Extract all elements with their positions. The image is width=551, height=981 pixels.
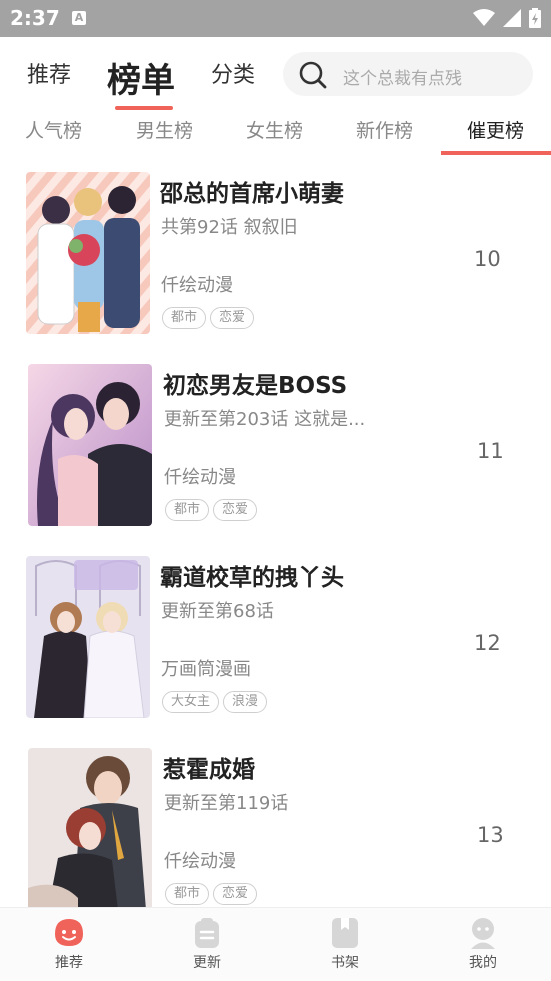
comic-title[interactable]: 惹霍成婚 [163,750,255,784]
comic-tags: 都市 恋爱 [162,307,255,329]
tag: 恋爱 [210,307,255,329]
signal-icon [503,9,521,27]
bottom-nav-mine[interactable]: 我的 [414,908,551,981]
battery-charging-icon [529,8,541,28]
tag: 都市 [165,499,210,521]
rank-tab-male[interactable]: 男生榜 [136,116,193,143]
status-time: 2:37 [10,6,60,30]
rank-tab-popular[interactable]: 人气榜 [25,116,82,143]
comic-tags: 都市 恋爱 [165,883,258,905]
bottom-nav-recommend[interactable]: 推荐 [0,908,138,981]
bottom-nav-update[interactable]: 更新 [138,908,276,981]
comic-tags: 大女主 浪漫 [162,691,268,713]
bottom-nav-label: 书架 [331,955,359,971]
comic-title[interactable]: 初恋男友是BOSS [163,366,347,400]
status-bar: 2:37 A [0,0,551,37]
bottom-nav-label: 推荐 [55,955,83,971]
tag: 浪漫 [223,691,268,713]
search-input[interactable]: 这个总裁有点残 [283,52,533,96]
tag: 都市 [162,307,207,329]
tag: 大女主 [162,691,220,713]
bookmark-book-icon [332,918,358,948]
tag: 都市 [165,883,210,905]
list-item[interactable]: 初恋男友是BOSS 更新至第203话 这就是... 仟绘动漫 都市 恋爱 11 [0,364,551,556]
list-item[interactable]: 惹霍成婚 更新至第119话 仟绘动漫 都市 恋爱 13 [0,748,551,907]
rank-tab-active-indicator [441,151,551,155]
rank-tabs: 人气榜 男生榜 女生榜 新作榜 催更榜 [0,109,551,157]
smile-bubble-icon [55,919,83,946]
comic-title[interactable]: 霸道校草的拽丫头 [160,558,344,592]
comic-chapter: 更新至第203话 这就是... [164,409,366,430]
bottom-nav-bookshelf[interactable]: 书架 [276,908,414,981]
comic-chapter: 更新至第119话 [164,793,289,814]
comic-cover[interactable] [26,172,150,334]
comic-cover[interactable] [28,364,152,526]
comic-author: 仟绘动漫 [164,851,236,872]
rank-number: 10 [474,247,501,271]
list-item[interactable]: 霸道校草的拽丫头 更新至第68话 万画筒漫画 大女主 浪漫 12 [0,556,551,748]
top-tab-recommend[interactable]: 推荐 [27,57,71,89]
comic-author: 仟绘动漫 [164,467,236,488]
comic-title[interactable]: 邵总的首席小萌妻 [160,174,344,208]
rank-number: 12 [474,631,501,655]
top-tab-category[interactable]: 分类 [211,57,255,89]
rank-number: 13 [477,823,504,847]
clipboard-icon [195,918,219,948]
comic-list: 邵总的首席小萌妻 共第92话 叙叙旧 仟绘动漫 都市 恋爱 10 初恋男友是BO… [0,157,551,907]
bottom-nav-label: 更新 [193,955,221,971]
rank-tab-urge[interactable]: 催更榜 [467,116,524,143]
rank-tab-new[interactable]: 新作榜 [356,116,413,143]
comic-tags: 都市 恋爱 [165,499,258,521]
comic-cover[interactable] [28,748,152,907]
tag: 恋爱 [213,883,258,905]
user-icon [471,918,495,949]
bottom-nav-label: 我的 [469,955,497,971]
status-icons [473,8,541,28]
top-nav: 推荐 榜单 分类 这个总裁有点残 [0,37,551,110]
bottom-nav: 推荐 更新 书架 我的 [0,907,551,981]
comic-author: 万画筒漫画 [161,659,251,680]
top-tab-rankings[interactable]: 榜单 [107,53,175,102]
tag: 恋爱 [213,499,258,521]
search-icon [299,61,327,89]
comic-chapter: 共第92话 叙叙旧 [161,217,298,238]
rank-number: 11 [477,439,504,463]
search-placeholder: 这个总裁有点残 [343,69,462,89]
notification-a-icon: A [72,11,86,25]
comic-author: 仟绘动漫 [161,275,233,296]
comic-chapter: 更新至第68话 [161,601,274,622]
wifi-icon [473,9,495,26]
rank-tab-female[interactable]: 女生榜 [246,116,303,143]
comic-cover[interactable] [26,556,150,718]
list-item[interactable]: 邵总的首席小萌妻 共第92话 叙叙旧 仟绘动漫 都市 恋爱 10 [0,172,551,364]
